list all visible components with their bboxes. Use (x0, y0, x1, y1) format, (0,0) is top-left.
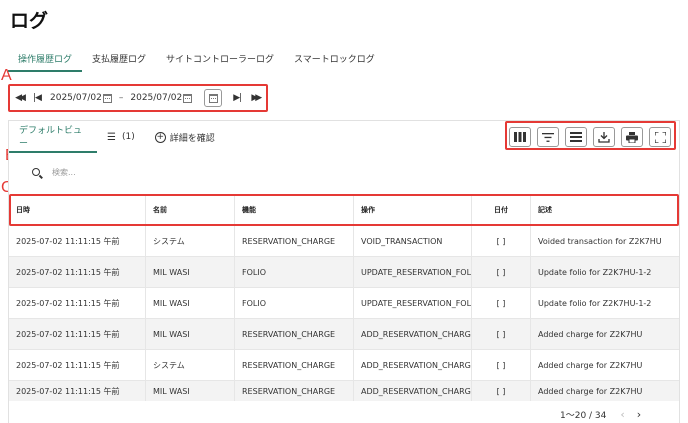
cell-date: [ ] (472, 288, 531, 318)
table-row[interactable]: 2025-07-02 11:11:15 午前 システム RESERVATION_… (9, 350, 679, 381)
date-to-value: 2025/07/02 (130, 93, 183, 103)
date-range-bar: ◀◀ |◀ 2025/07/02 – 2025/07/02 ▶| ▶▶ (10, 86, 264, 110)
view-details-label: 詳細を確認 (169, 133, 215, 144)
cell-name: システム (146, 226, 235, 256)
cell-operation: ADD_RESERVATION_CHARG (354, 381, 472, 401)
cell-operation: ADD_RESERVATION_CHARG (354, 350, 472, 380)
cell-date: [ ] (472, 381, 531, 401)
date-separator: – (118, 93, 124, 103)
calendar-icon[interactable] (102, 93, 112, 103)
date-from-value: 2025/07/02 (50, 93, 102, 103)
pagination: 1〜20 / 34 ‹ › (560, 408, 641, 421)
cell-operation: UPDATE_RESERVATION_FOL (354, 288, 472, 318)
cell-date: [ ] (472, 257, 531, 287)
today-button[interactable] (204, 89, 223, 107)
tab-operation-log[interactable]: 操作履歴ログ (8, 46, 83, 72)
cell-operation: ADD_RESERVATION_CHARG (354, 319, 472, 349)
table-row[interactable]: 2025-07-02 11:11:15 午前 システム RESERVATION_… (9, 226, 679, 257)
cell-description: Update folio for Z2K7HU-1-2 (538, 267, 652, 277)
cell-description: Added charge for Z2K7HU (538, 360, 643, 370)
cell-name: MIL WASI (146, 288, 235, 318)
jump-back-icon[interactable]: ◀◀ (10, 88, 28, 108)
tab-default-view[interactable]: デフォルトビュー (9, 121, 97, 153)
cell-description: Added charge for Z2K7HU (538, 329, 643, 339)
cell-operation: VOID_TRANSACTION (354, 226, 472, 256)
cell-date: [ ] (472, 350, 531, 380)
search-box (20, 162, 180, 182)
filter-count: (1) (121, 132, 135, 142)
pagination-range: 1〜20 / 34 (560, 411, 607, 421)
log-type-tabs: 操作履歴ログ 支払履歴ログ サイトコントローラーログ スマートロックログ (8, 46, 385, 72)
jump-forward-icon[interactable]: ▶▶ (246, 88, 264, 108)
cell-date: [ ] (472, 319, 531, 349)
calendar-today-icon (209, 93, 219, 103)
cell-function: RESERVATION_CHARGE (235, 350, 354, 380)
table-row[interactable]: 2025-07-02 11:11:15 午前 MIL WASI FOLIO UP… (9, 257, 679, 288)
tab-site-controller-log[interactable]: サイトコントローラーログ (156, 46, 284, 72)
chevron-right-icon[interactable]: › (637, 408, 641, 421)
cell-function: FOLIO (235, 288, 354, 318)
cell-operation: UPDATE_RESERVATION_FOL (354, 257, 472, 287)
cell-function: FOLIO (235, 257, 354, 287)
search-input[interactable] (52, 167, 162, 177)
calendar-icon[interactable] (183, 93, 193, 103)
date-to-field[interactable]: 2025/07/02 (130, 93, 193, 103)
cell-datetime: 2025-07-02 11:11:15 午前 (9, 288, 146, 318)
cell-datetime: 2025-07-02 11:11:15 午前 (9, 226, 146, 256)
list-icon: ☰ (107, 131, 116, 143)
annotation-c-box (9, 194, 679, 226)
table-row[interactable]: 2025-07-02 11:11:15 午前 MIL WASI RESERVAT… (9, 319, 679, 350)
cell-datetime: 2025-07-02 11:11:15 午前 (9, 257, 146, 287)
cell-name: MIL WASI (146, 381, 235, 401)
cell-datetime: 2025-07-02 11:11:15 午前 (9, 319, 146, 349)
cell-description: Added charge for Z2K7HU (538, 386, 643, 396)
annotation-a-label: A (1, 67, 12, 84)
cell-function: RESERVATION_CHARGE (235, 226, 354, 256)
tab-payment-log[interactable]: 支払履歴ログ (82, 46, 156, 72)
skip-last-icon[interactable]: ▶| (228, 88, 246, 108)
cell-function: RESERVATION_CHARGE (235, 381, 354, 401)
filter-list-button[interactable]: ☰ (1) (97, 121, 145, 153)
table-row[interactable]: 2025-07-02 11:11:15 午前 MIL WASI RESERVAT… (9, 381, 679, 401)
date-from-field[interactable]: 2025/07/02 (50, 93, 112, 103)
cell-datetime: 2025-07-02 11:11:15 午前 (9, 350, 146, 380)
tab-smart-lock-log[interactable]: スマートロックログ (284, 46, 385, 72)
plus-circle-icon: + (154, 131, 166, 143)
cell-description: Update folio for Z2K7HU-1-2 (538, 298, 652, 308)
cell-function: RESERVATION_CHARGE (235, 319, 354, 349)
cell-description: Voided transaction for Z2K7HU (538, 236, 662, 246)
cell-datetime: 2025-07-02 11:11:15 午前 (9, 381, 146, 401)
cell-date: [ ] (472, 226, 531, 256)
annotation-d-box (505, 121, 676, 150)
search-icon (32, 168, 40, 176)
chevron-left-icon[interactable]: ‹ (620, 408, 624, 421)
cell-name: MIL WASI (146, 257, 235, 287)
view-tabs: デフォルトビュー ☰ (1) + 詳細を確認 (9, 121, 225, 153)
view-details-button[interactable]: + 詳細を確認 (145, 121, 225, 153)
cell-name: MIL WASI (146, 319, 235, 349)
cell-name: システム (146, 350, 235, 380)
table-row[interactable]: 2025-07-02 11:11:15 午前 MIL WASI FOLIO UP… (9, 288, 679, 319)
page-title: ログ (10, 10, 49, 32)
skip-first-icon[interactable]: |◀ (28, 88, 46, 108)
